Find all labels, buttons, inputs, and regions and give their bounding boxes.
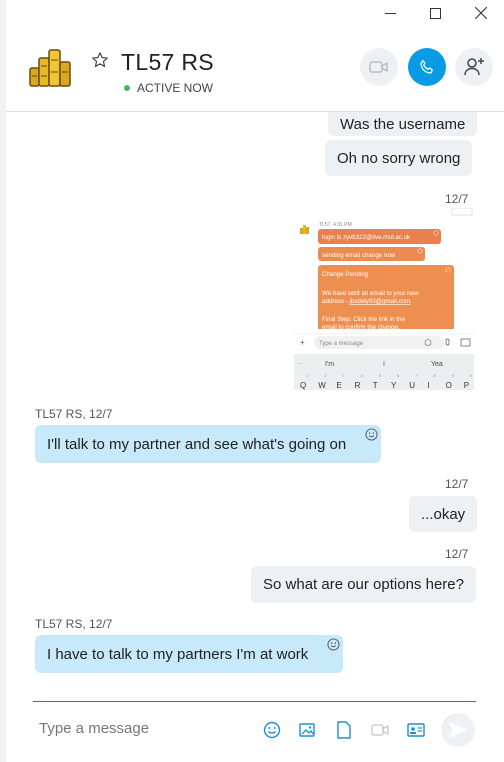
shot-input-placeholder: Type a message — [319, 341, 364, 347]
message-bubble-outgoing[interactable]: Oh no sorry wrong — [325, 140, 473, 176]
message-text: Oh no sorry wrong — [337, 149, 461, 167]
send-image-button[interactable] — [298, 720, 318, 740]
emoji-reaction-icon[interactable] — [327, 638, 340, 651]
emoji-reaction-icon[interactable] — [365, 428, 378, 441]
audio-call-button[interactable] — [408, 48, 446, 86]
window-left-edge — [0, 0, 6, 762]
shot-key-letter: O — [446, 381, 452, 390]
shot-time: TL57, 4:31 PM — [319, 222, 352, 228]
message-text: So what are our options here? — [263, 576, 464, 593]
shot-key-letter: U — [409, 381, 415, 390]
message-bubble-incoming[interactable]: I'll talk to my partner and see what's g… — [35, 425, 381, 463]
shot-suggestion: Yea — [431, 361, 443, 368]
avatar[interactable] — [28, 46, 74, 88]
phone-icon — [420, 59, 433, 74]
title-bar — [0, 0, 504, 26]
favorite-star-button[interactable] — [91, 51, 111, 71]
video-message-button[interactable] — [370, 720, 390, 740]
maximize-icon — [429, 7, 441, 19]
message-bubble-incoming[interactable]: I have to talk to my partners I'm at wor… — [35, 635, 343, 673]
send-file-button[interactable] — [334, 720, 354, 740]
composer-divider — [33, 701, 476, 702]
gold-coins-avatar-icon — [29, 49, 71, 87]
message-text: I have to talk to my partners I'm at wor… — [47, 645, 309, 663]
shot-key-letter: P — [464, 381, 469, 390]
send-contact-button[interactable] — [406, 720, 426, 740]
contact-card-icon — [407, 723, 425, 737]
emoji-icon — [263, 721, 281, 739]
video-message-icon — [371, 724, 389, 736]
shot-bubble-text: Final Step: Click the link in the email t… — [322, 316, 405, 331]
message-text: ...okay — [421, 505, 466, 523]
maximize-button[interactable] — [412, 0, 458, 26]
shot-key-letter: E — [336, 381, 341, 390]
conversation-header: TL57 RS ACTIVE NOW — [6, 26, 504, 112]
add-person-icon — [464, 58, 484, 76]
shot-key-letter: Q — [300, 381, 306, 390]
image-icon — [299, 723, 315, 737]
add-people-button[interactable] — [455, 48, 493, 86]
presence-dot — [124, 85, 130, 91]
send-button[interactable] — [441, 713, 475, 747]
video-call-button[interactable] — [360, 48, 398, 86]
star-icon — [92, 52, 108, 68]
message-bubble-outgoing[interactable]: Was the username — [328, 112, 478, 136]
minimize-icon — [384, 12, 396, 14]
shared-image[interactable]: TL57, 4:31 PM login is zyvb322@live.rhul… — [294, 208, 474, 390]
shot-key-letter: Y — [391, 381, 397, 390]
shot-bubble-text: login is zyvb322@live.rhul.ac.uk — [322, 234, 411, 241]
shot-key-letter: T — [373, 381, 378, 390]
video-camera-icon — [369, 61, 388, 73]
minimize-button[interactable] — [367, 0, 413, 26]
contact-name[interactable]: TL57 RS — [121, 49, 214, 76]
shot-key-letter: W — [318, 381, 326, 390]
svg-text:...: ... — [297, 360, 301, 366]
send-icon — [449, 722, 467, 738]
message-timestamp: 12/7 — [445, 477, 469, 491]
sender-label: TL57 RS, 12/7 — [35, 407, 113, 421]
message-text: Was the username — [340, 115, 466, 133]
presence-status: ACTIVE NOW — [137, 81, 214, 95]
shot-key-letter: I — [427, 381, 429, 390]
emoji-button[interactable] — [262, 720, 282, 740]
sender-label: TL57 RS, 12/7 — [35, 617, 113, 631]
shot-bubble-text: We have sent an email to your new address… — [322, 290, 419, 305]
close-icon — [475, 7, 487, 19]
shot-suggestion: I'm — [325, 361, 334, 368]
svg-text:+: + — [300, 338, 305, 347]
message-timestamp: 12/7 — [445, 192, 469, 206]
shot-suggestion: I — [383, 361, 385, 368]
shot-bubble-text: Change Pending — [322, 271, 369, 278]
message-input[interactable]: Type a message — [39, 720, 149, 737]
phone-screenshot: TL57, 4:31 PM login is zyvb322@live.rhul… — [294, 208, 474, 390]
shot-bubble-text: sending email change now — [322, 252, 396, 259]
close-button[interactable] — [458, 0, 504, 26]
message-bubble-outgoing[interactable]: So what are our options here? — [251, 566, 476, 603]
shot-key-letter: R — [355, 381, 361, 390]
file-icon — [337, 721, 351, 739]
message-bubble-outgoing[interactable]: ...okay — [409, 496, 478, 532]
message-text: I'll talk to my partner and see what's g… — [47, 435, 347, 453]
skype-chat-window: TL57 RS ACTIVE NOW Was the username Oh n… — [0, 0, 504, 762]
message-timestamp: 12/7 — [445, 547, 469, 561]
